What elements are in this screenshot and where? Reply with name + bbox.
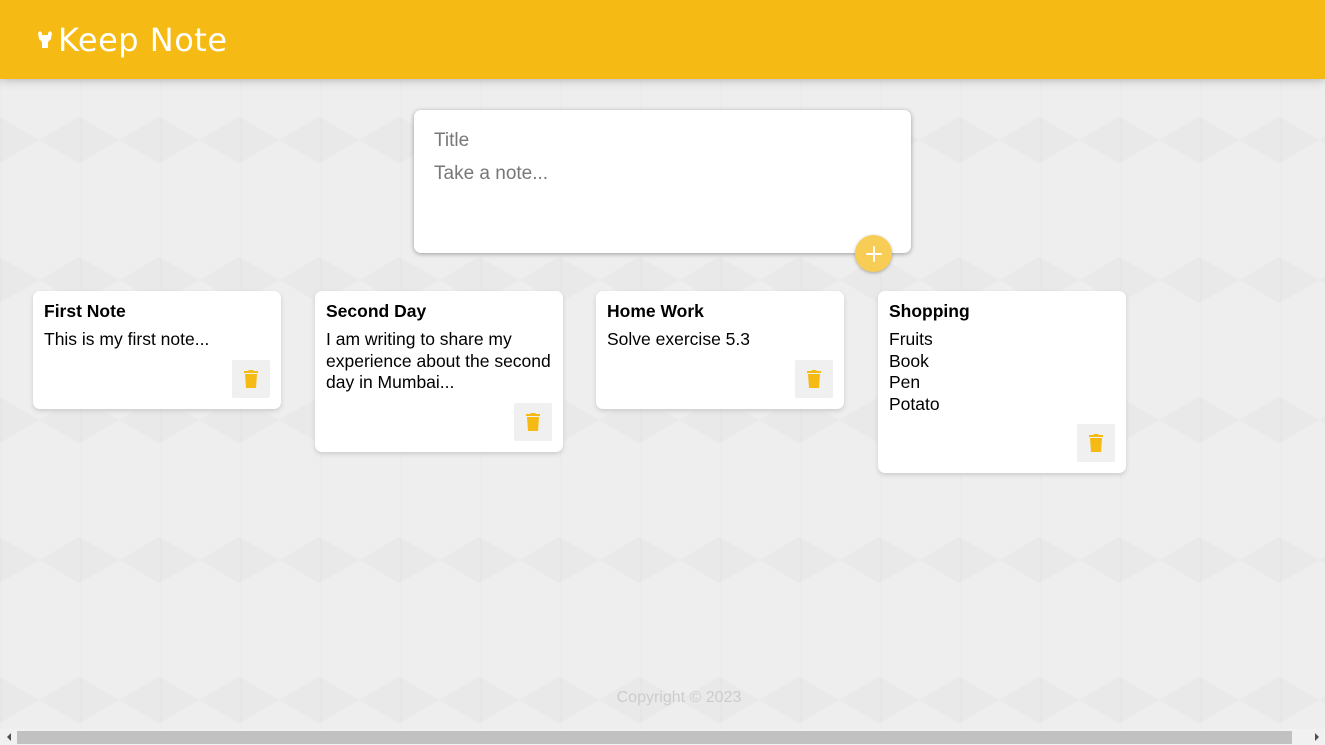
scroll-left-icon[interactable] — [0, 729, 17, 745]
note-card: First Note This is my first note... — [33, 291, 281, 409]
horizontal-scrollbar[interactable] — [0, 729, 1325, 745]
create-note-form — [414, 110, 911, 253]
note-card: Second Day I am writing to share my expe… — [315, 291, 563, 452]
note-card: Shopping Fruits Book Pen Potato — [878, 291, 1126, 473]
note-title: Second Day — [326, 301, 427, 321]
highlighter-icon — [36, 30, 54, 52]
delete-note-button[interactable] — [514, 402, 552, 441]
trash-icon — [244, 369, 258, 388]
plus-icon — [865, 245, 883, 263]
delete-note-button[interactable] — [232, 359, 270, 398]
note-title: First Note — [44, 301, 126, 321]
note-content: This is my first note... — [44, 329, 210, 349]
scrollbar-thumb[interactable] — [17, 731, 1292, 744]
note-content: I am writing to share my experience abou… — [326, 329, 556, 392]
add-note-button[interactable] — [855, 235, 892, 272]
note-content-input[interactable] — [434, 163, 891, 223]
note-title-input[interactable] — [434, 130, 891, 152]
app-title: Keep Note — [58, 20, 228, 59]
delete-note-button[interactable] — [795, 359, 833, 398]
trash-icon — [1089, 434, 1103, 452]
scroll-right-icon[interactable] — [1308, 729, 1325, 745]
note-card: Home Work Solve exercise 5.3 — [596, 291, 844, 409]
note-content: Fruits Book Pen Potato — [889, 329, 940, 414]
note-title: Shopping — [889, 301, 970, 321]
note-title: Home Work — [607, 301, 704, 321]
trash-icon — [526, 412, 540, 431]
note-content: Solve exercise 5.3 — [607, 329, 750, 349]
app-header: Keep Note — [0, 0, 1325, 79]
footer-copyright: Copyright © 2023 — [616, 689, 742, 706]
delete-note-button[interactable] — [1077, 424, 1115, 462]
trash-icon — [807, 369, 821, 388]
